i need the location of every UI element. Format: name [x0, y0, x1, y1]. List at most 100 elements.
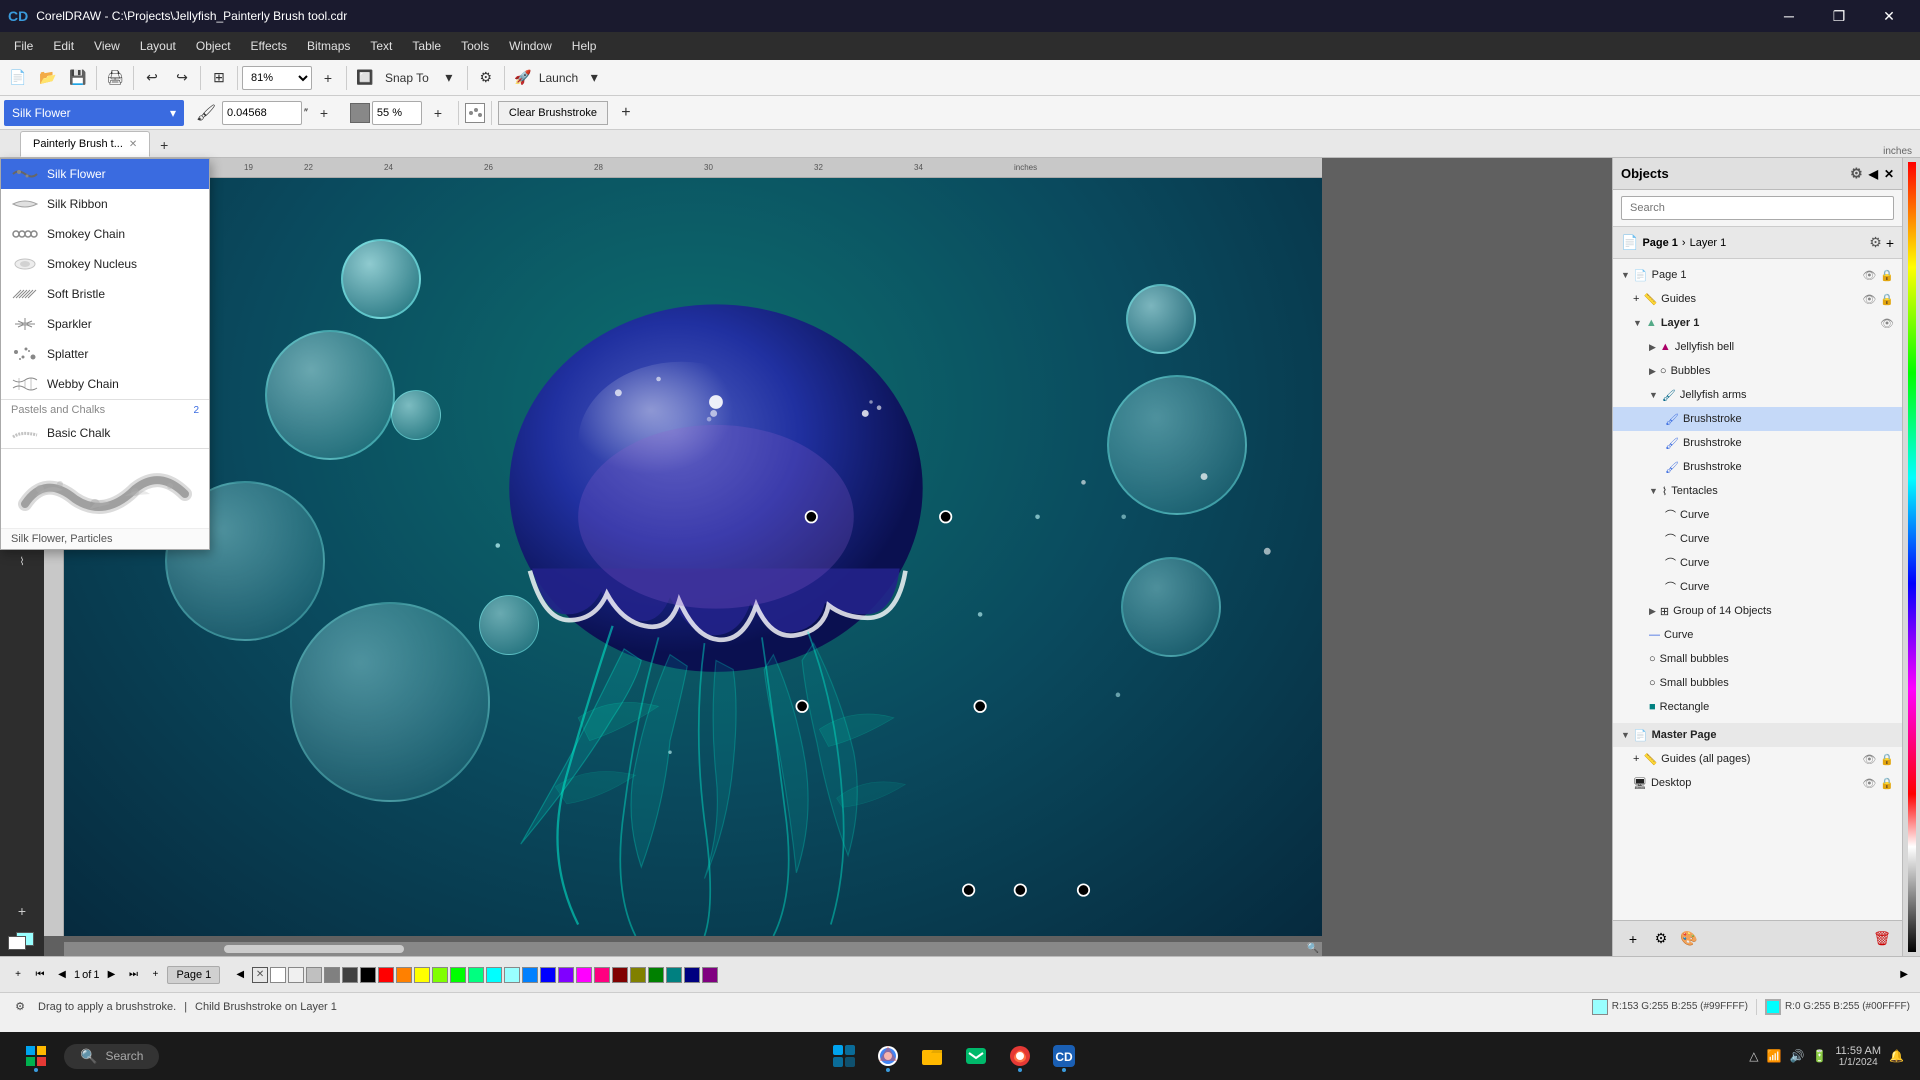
- title-controls[interactable]: ─ ❐ ✕: [1766, 0, 1912, 32]
- color-scroll-right[interactable]: ▶: [1896, 969, 1912, 980]
- tab-close-icon[interactable]: ✕: [129, 139, 137, 150]
- tray-notification-icon[interactable]: 🔔: [1889, 1049, 1904, 1063]
- eye-page1[interactable]: 👁: [1862, 269, 1876, 282]
- no-fill-swatch[interactable]: ✕: [252, 967, 268, 983]
- tree-brushstroke-1[interactable]: 🖌 Brushstroke: [1613, 407, 1902, 431]
- menu-tools[interactable]: Tools: [451, 35, 499, 57]
- brush-item-silk-flower[interactable]: Silk Flower: [1, 159, 209, 189]
- tree-rectangle[interactable]: ■ Rectangle: [1613, 695, 1902, 719]
- swatch-green[interactable]: [450, 967, 466, 983]
- brush-item-sparkler[interactable]: Sparkler: [1, 309, 209, 339]
- close-button[interactable]: ✕: [1866, 0, 1912, 32]
- zoom-in-button[interactable]: +: [314, 64, 342, 92]
- eye-guides-all[interactable]: 👁: [1862, 753, 1876, 766]
- brush-item-smokey-nucleus[interactable]: Smokey Nucleus: [1, 249, 209, 279]
- tree-curve-4[interactable]: ⌒ Curve: [1613, 575, 1902, 599]
- swatch-springgreen[interactable]: [468, 967, 484, 983]
- menu-bitmaps[interactable]: Bitmaps: [297, 35, 360, 57]
- transform-button[interactable]: ⊞: [205, 64, 233, 92]
- menu-text[interactable]: Text: [360, 35, 402, 57]
- tree-bubbles[interactable]: ▶ ○ Bubbles: [1613, 359, 1902, 383]
- brush-size-input[interactable]: [222, 101, 302, 125]
- canvas-area[interactable]: 5 10 15 19 22 24 26 28 30 32 34 inches: [44, 158, 1612, 956]
- fill-color-swatch-status[interactable]: [1592, 999, 1608, 1015]
- taskbar-app-files[interactable]: [912, 1036, 952, 1076]
- objects-close-icon[interactable]: ✕: [1884, 167, 1894, 181]
- redo-button[interactable]: ↪: [168, 64, 196, 92]
- brush-item-webby-chain[interactable]: Webby Chain: [1, 369, 209, 399]
- swatch-maroon[interactable]: [612, 967, 628, 983]
- brush-item-basic-chalk[interactable]: Basic Chalk: [1, 418, 209, 448]
- taskbar-search[interactable]: 🔍 Search: [64, 1044, 159, 1069]
- layer-settings-button[interactable]: ⚙: [1649, 927, 1673, 951]
- tree-curve-3[interactable]: ⌒ Curve: [1613, 551, 1902, 575]
- undo-button[interactable]: ↩: [138, 64, 166, 92]
- delete-layer-button[interactable]: 🗑: [1870, 927, 1894, 951]
- swatch-darkgray[interactable]: [342, 967, 358, 983]
- color-scroll-left[interactable]: ◀: [232, 969, 248, 980]
- tree-desktop[interactable]: 🖥 Desktop 👁 🔒: [1613, 771, 1902, 795]
- clear-brushstroke-button[interactable]: Clear Brushstroke: [498, 101, 608, 125]
- brush-size-up[interactable]: +: [310, 99, 338, 127]
- eye-guides[interactable]: 👁: [1862, 293, 1876, 306]
- swatch-blue[interactable]: [522, 967, 538, 983]
- tree-curve-blue[interactable]: — Curve: [1613, 623, 1902, 647]
- tree-curve-2[interactable]: ⌒ Curve: [1613, 527, 1902, 551]
- snap-dropdown[interactable]: ▾: [435, 64, 463, 92]
- swatch-white[interactable]: [270, 967, 286, 983]
- drawing-canvas[interactable]: [64, 178, 1322, 936]
- swatch-darkblue[interactable]: [540, 967, 556, 983]
- tree-page1[interactable]: ▼ 📄 Page 1 👁 🔒: [1613, 263, 1902, 287]
- open-button[interactable]: 📂: [34, 64, 62, 92]
- stroke-color-swatch-status[interactable]: [1765, 999, 1781, 1015]
- add-page-button[interactable]: +: [8, 965, 28, 985]
- swatch-cyan[interactable]: [486, 967, 502, 983]
- swatch-olive[interactable]: [630, 967, 646, 983]
- clock[interactable]: 11:59 AM 1/1/2024: [1835, 1045, 1881, 1068]
- lock-guides[interactable]: 🔒: [1880, 293, 1894, 306]
- tree-layer1[interactable]: ▼ ▲ Layer 1 👁: [1613, 311, 1902, 335]
- swatch-red[interactable]: [378, 967, 394, 983]
- eye-layer1[interactable]: 👁: [1880, 317, 1894, 330]
- add-page-tool[interactable]: +: [4, 896, 40, 926]
- tree-small-bubbles-1[interactable]: ○ Small bubbles: [1613, 647, 1902, 671]
- new-tab-button[interactable]: +: [152, 133, 176, 157]
- opacity-input[interactable]: [372, 101, 422, 125]
- tree-brushstroke-3[interactable]: 🖌 Brushstroke: [1613, 455, 1902, 479]
- tree-jellyfish-bell[interactable]: ▶ ▲ Jellyfish bell: [1613, 335, 1902, 359]
- last-page-button[interactable]: ⏭: [123, 965, 143, 985]
- launch-label[interactable]: Launch: [539, 71, 578, 85]
- opacity-up[interactable]: +: [424, 99, 452, 127]
- menu-file[interactable]: File: [4, 35, 43, 57]
- brush-item-smokey-chain[interactable]: Smokey Chain: [1, 219, 209, 249]
- menu-edit[interactable]: Edit: [43, 35, 84, 57]
- prev-page-button[interactable]: ◀: [52, 965, 72, 985]
- connector-tool[interactable]: ⌇: [4, 546, 40, 576]
- menu-effects[interactable]: Effects: [241, 35, 297, 57]
- menu-view[interactable]: View: [84, 35, 130, 57]
- swatch-lightgray[interactable]: [288, 967, 304, 983]
- menu-object[interactable]: Object: [186, 35, 241, 57]
- minimize-button[interactable]: ─: [1766, 0, 1812, 32]
- brush-item-splatter[interactable]: Splatter: [1, 339, 209, 369]
- swatch-violet[interactable]: [558, 967, 574, 983]
- swatch-orange[interactable]: [396, 967, 412, 983]
- objects-settings-icon[interactable]: ⚙: [1850, 165, 1863, 182]
- swatch-lightcyan[interactable]: [504, 967, 520, 983]
- swatch-magenta[interactable]: [576, 967, 592, 983]
- add-brushstroke-button[interactable]: +: [612, 99, 640, 127]
- swatch-lime[interactable]: [432, 967, 448, 983]
- fill-color-indicator[interactable]: [8, 932, 36, 948]
- status-settings-icon[interactable]: ⚙: [10, 997, 30, 1017]
- brush-dropdown[interactable]: Silk Flower ▾: [4, 100, 184, 126]
- brush-item-silk-ribbon[interactable]: Silk Ribbon: [1, 189, 209, 219]
- swatch-silver[interactable]: [306, 967, 322, 983]
- first-page-button[interactable]: ⏮: [30, 965, 50, 985]
- swatch-purple[interactable]: [702, 967, 718, 983]
- tree-curve-1[interactable]: ⌒ Curve: [1613, 503, 1902, 527]
- menu-window[interactable]: Window: [499, 35, 562, 57]
- swatch-darkgreen[interactable]: [648, 967, 664, 983]
- objects-collapse-icon[interactable]: ◀: [1869, 167, 1878, 181]
- tree-small-bubbles-2[interactable]: ○ Small bubbles: [1613, 671, 1902, 695]
- swatch-gray[interactable]: [324, 967, 340, 983]
